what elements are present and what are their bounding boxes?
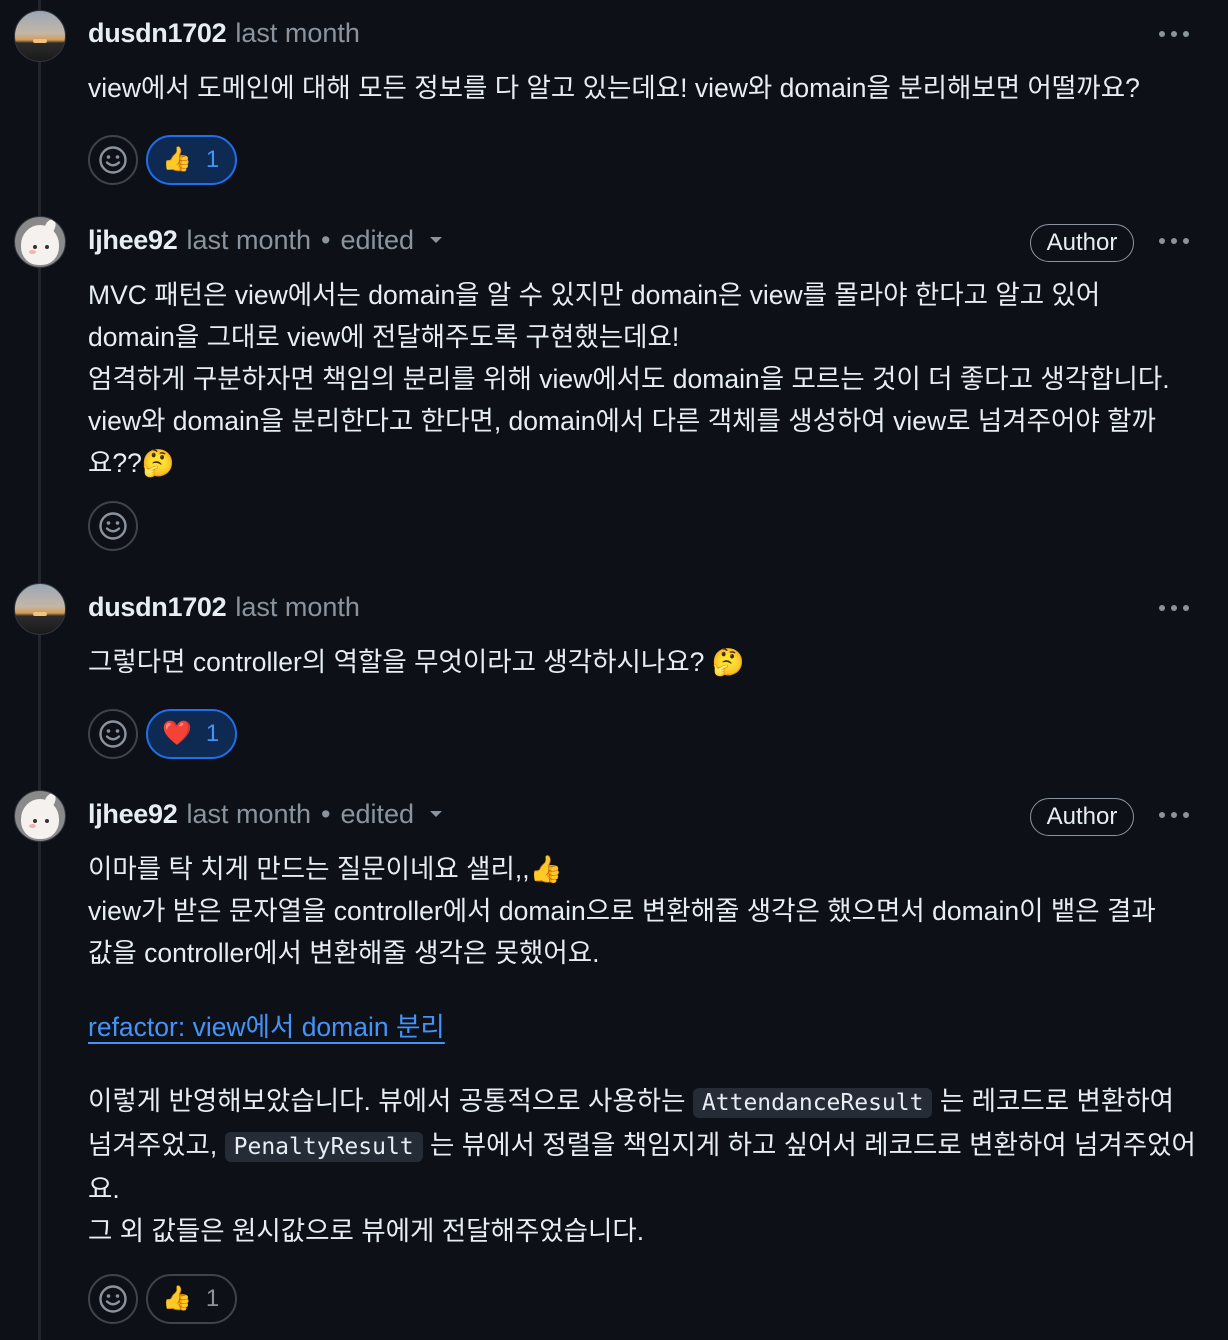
smiley-icon [99, 1285, 127, 1313]
avatar[interactable] [14, 216, 66, 268]
kebab-icon[interactable] [1152, 800, 1196, 830]
comment-line: 요. [88, 1174, 120, 1204]
author-link[interactable]: dusdn1702 [88, 18, 227, 49]
author-badge: Author [1030, 224, 1134, 262]
comment-line: 값을 controller에서 변환해줄 생각은 못했어요. [88, 938, 600, 968]
comment-body: view에서 도메인에 대해 모든 정보를 다 알고 있는데요! view와 d… [88, 67, 1198, 109]
avatar[interactable] [14, 790, 66, 842]
author-link[interactable]: ljhee92 [88, 799, 178, 830]
add-reaction-button[interactable] [88, 501, 138, 551]
comment-line: view에서 도메인에 대해 모든 정보를 다 알고 있는데요! view와 d… [88, 73, 1140, 103]
reaction-count: 1 [205, 720, 220, 747]
kebab-icon[interactable] [1152, 593, 1196, 623]
avatar[interactable] [14, 583, 66, 635]
comment-body: 이마를 탁 치게 만드는 질문이네요 샐리,,👍 view가 받은 문자열을 c… [88, 848, 1198, 974]
inline-code: AttendanceResult [692, 1088, 933, 1118]
comment-header: dusdn1702 last month [88, 13, 360, 53]
comment-body: 그렇다면 controller의 역할을 무엇이라고 생각하시나요? 🤔 [88, 641, 1198, 683]
comment-header: ljhee92 last month • edited [88, 220, 443, 260]
author-link[interactable]: ljhee92 [88, 225, 178, 256]
comment-line: 그렇다면 controller의 역할을 무엇이라고 생각하시나요? 🤔 [88, 647, 745, 677]
chevron-down-icon[interactable] [430, 811, 443, 817]
comment-line: 이렇게 반영해보았습니다. 뷰에서 공통적으로 사용하는 AttendanceR… [88, 1080, 1198, 1124]
comment-line: MVC 패턴은 view에서는 domain을 알 수 있지만 domain은 … [88, 280, 1101, 310]
comment-header: ljhee92 last month • edited [88, 794, 443, 834]
comment-line: 넘겨주었고, PenaltyResult 는 뷰에서 정렬을 책임지게 하고 싶… [88, 1124, 1198, 1168]
reactions-bar: 👍 1 [88, 1273, 238, 1325]
timeline-line [38, 0, 41, 1340]
separator-dot: • [321, 224, 331, 255]
comment-header: dusdn1702 last month [88, 587, 360, 627]
timestamp-link[interactable]: last month [186, 799, 311, 830]
timestamp-link[interactable]: last month [186, 225, 311, 256]
comment-line: domain을 그대로 view에 전달해주도록 구현했는데요! [88, 322, 680, 352]
kebab-icon[interactable] [1152, 226, 1196, 256]
comment-line: view와 domain을 분리한다고 한다면, domain에서 다른 객체를… [88, 406, 1156, 436]
text-run: 는 뷰에서 정렬을 책임지게 하고 싶어서 레코드로 변환하여 넘겨주었어 [422, 1130, 1196, 1160]
edited-dropdown[interactable]: edited [340, 225, 414, 256]
thumbs-up-icon: 👍 [162, 1285, 192, 1312]
add-reaction-button[interactable] [88, 709, 138, 759]
comment-line: view가 받은 문자열을 controller에서 domain으로 변환해줄… [88, 896, 1156, 926]
add-reaction-button[interactable] [88, 1274, 138, 1324]
comment-line: 그 외 값들은 원시값으로 뷰에게 전달해주었습니다. [88, 1216, 645, 1246]
add-reaction-button[interactable] [88, 135, 138, 185]
text-run: 넘겨주었고, [88, 1130, 225, 1160]
reactions-bar: ❤️ 1 [88, 708, 238, 760]
timestamp-link[interactable]: last month [235, 18, 360, 49]
thumbs-up-icon: 👍 [162, 146, 192, 173]
comment-line: 이마를 탁 치게 만드는 질문이네요 샐리,,👍 [88, 854, 563, 884]
timestamp-link[interactable]: last month [235, 592, 360, 623]
smiley-icon [99, 720, 127, 748]
separator-dot: • [321, 798, 331, 829]
commit-link[interactable]: refactor: view에서 domain 분리 [88, 1012, 445, 1042]
edited-dropdown[interactable]: edited [340, 799, 414, 830]
author-badge: Author [1030, 798, 1134, 836]
comment-line: 엄격하게 구분하자면 책임의 분리를 위해 view에서도 domain을 모르… [88, 364, 1170, 394]
comment-body: 이렇게 반영해보았습니다. 뷰에서 공통적으로 사용하는 AttendanceR… [88, 1080, 1198, 1252]
avatar[interactable] [14, 10, 66, 62]
kebab-icon[interactable] [1152, 19, 1196, 49]
chevron-down-icon[interactable] [430, 237, 443, 243]
reaction-count: 1 [205, 146, 220, 173]
text-run: 이렇게 반영해보았습니다. 뷰에서 공통적으로 사용하는 [88, 1086, 693, 1116]
reaction-thumbs-up[interactable]: 👍 1 [146, 135, 238, 185]
reactions-bar: 👍 1 [88, 134, 238, 186]
comment-body: MVC 패턴은 view에서는 domain을 알 수 있지만 domain은 … [88, 274, 1198, 484]
smiley-icon [99, 146, 127, 174]
inline-code: PenaltyResult [224, 1132, 423, 1162]
reaction-heart[interactable]: ❤️ 1 [146, 709, 238, 759]
reaction-thumbs-up[interactable]: 👍 1 [146, 1274, 238, 1324]
reactions-bar [88, 500, 138, 552]
author-link[interactable]: dusdn1702 [88, 592, 227, 623]
heart-icon: ❤️ [162, 720, 192, 747]
reaction-count: 1 [205, 1285, 220, 1312]
smiley-icon [99, 512, 127, 540]
text-run: 는 레코드로 변환하여 [932, 1086, 1174, 1116]
comment-line: 요??🤔 [88, 448, 175, 478]
commit-link-row: refactor: view에서 domain 분리 [88, 1006, 1198, 1048]
